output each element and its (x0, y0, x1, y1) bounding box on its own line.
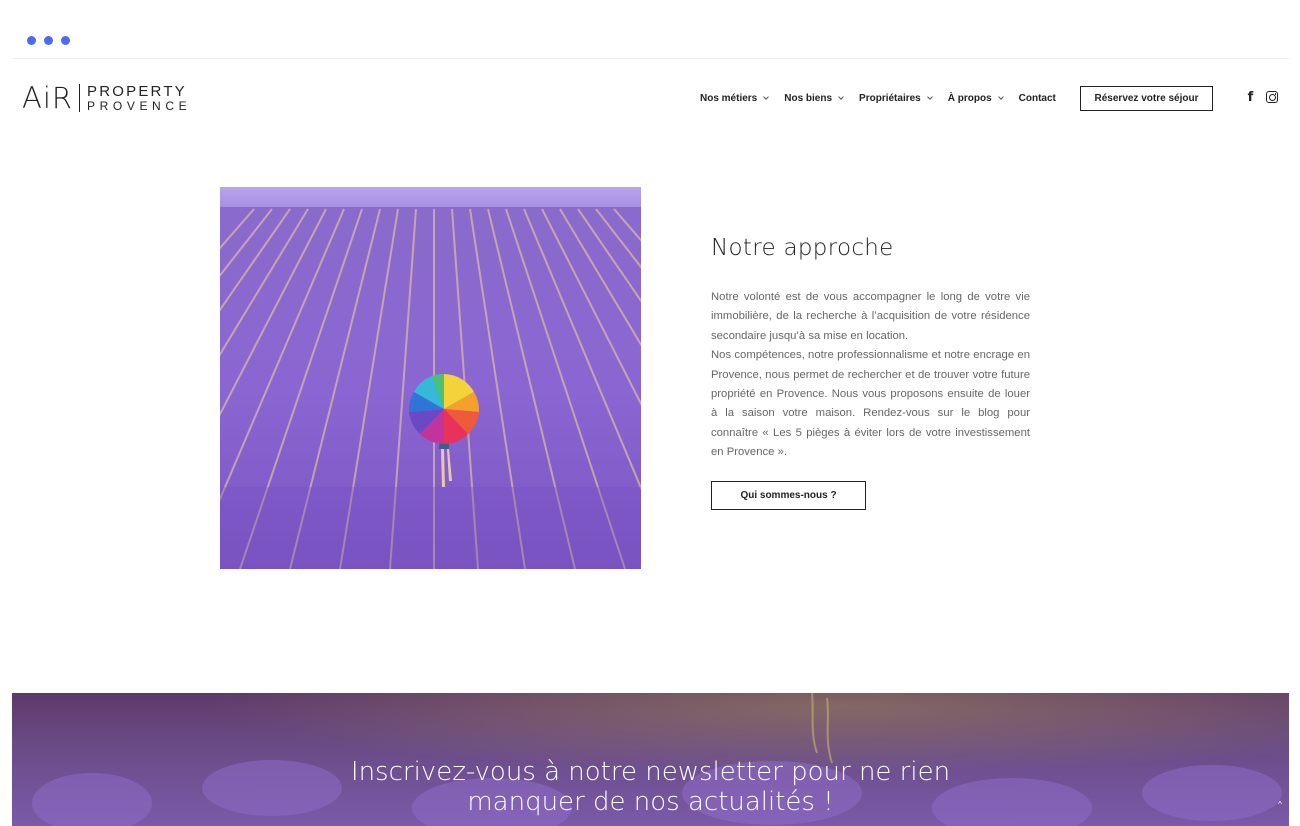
nav-item-contact[interactable]: Contact (1019, 93, 1056, 104)
window-dot-icon[interactable] (27, 36, 36, 45)
lavender-umbrella-illustration (220, 187, 641, 569)
lavender-field-image (220, 187, 641, 569)
logo-line-2: PROVENCE (87, 99, 192, 113)
nav-item-proprietaires[interactable]: Propriétaires (859, 92, 933, 104)
body-paragraph: Notre volonté est de vous accompagner le… (711, 291, 1030, 342)
body-paragraph: Nos compétences, notre professionnalisme… (711, 349, 1030, 459)
scroll-to-top-icon[interactable]: ^ (1275, 800, 1285, 810)
chevron-down-icon (926, 93, 933, 100)
logo-line-1: PROPERTY (87, 83, 187, 100)
logo-divider (79, 84, 81, 112)
site-logo[interactable]: AiR PROPERTY PROVENCE (22, 82, 191, 114)
window-dot-icon[interactable] (61, 36, 70, 45)
nav-item-label: Propriétaires (859, 92, 921, 104)
newsletter-heading-line: Inscrivez-vous à notre newsletter pour n… (350, 757, 951, 787)
about-us-button[interactable]: Qui sommes-nous ? (711, 481, 866, 510)
facebook-icon[interactable]: f (1244, 91, 1257, 104)
newsletter-heading-line: manquer de nos actualités ! (467, 787, 834, 817)
window-chrome (12, 0, 1289, 59)
logo-wordmark: PROPERTY PROVENCE (87, 84, 191, 112)
approach-section: Notre approche Notre volonté est de vous… (711, 235, 1030, 463)
nav-item-label: À propos (947, 92, 992, 104)
chevron-down-icon (763, 93, 770, 100)
book-stay-button[interactable]: Réservez votre séjour (1080, 86, 1213, 111)
logo-mark: AiR (22, 80, 74, 115)
chevron-down-icon (997, 93, 1004, 100)
instagram-icon[interactable] (1266, 91, 1278, 103)
section-body: Notre volonté est de vous accompagner le… (711, 288, 1030, 463)
window-dot-icon[interactable] (44, 36, 53, 45)
newsletter-heading: Inscrivez-vous à notre newsletter pour n… (12, 757, 1289, 817)
nav-item-metiers[interactable]: Nos métiers (700, 92, 770, 104)
chevron-down-icon (838, 93, 844, 100)
nav-item-label: Nos métiers (700, 92, 758, 104)
newsletter-banner: Inscrivez-vous à notre newsletter pour n… (12, 693, 1289, 826)
nav-item-label: Nos biens (784, 92, 833, 104)
nav-item-biens[interactable]: Nos biens (784, 92, 844, 104)
nav-item-a-propos[interactable]: À propos (947, 92, 1004, 104)
section-title: Notre approche (711, 235, 894, 261)
main-nav: Nos métiers Nos biens Propriétaires À pr… (700, 90, 1056, 106)
site-header: AiR PROPERTY PROVENCE Nos métiers Nos bi… (0, 60, 1300, 135)
